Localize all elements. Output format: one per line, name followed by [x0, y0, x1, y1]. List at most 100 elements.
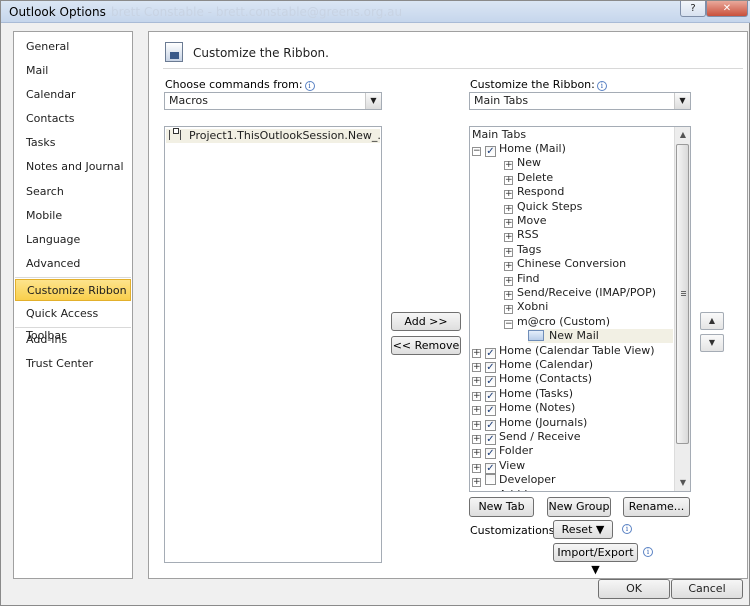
tree-item[interactable]: + Move [504, 214, 547, 228]
nav-item-mobile[interactable]: Mobile [15, 205, 131, 227]
expand-icon[interactable]: + [504, 161, 513, 171]
collapse-icon[interactable]: − [504, 319, 513, 329]
help-button[interactable]: ? [680, 1, 706, 17]
tree-item[interactable]: + Chinese Conversion [504, 257, 626, 272]
tree-item[interactable]: + ✓ Home (Calendar) [472, 358, 593, 373]
reset-button[interactable]: Reset ▼ [553, 520, 613, 539]
tree-item[interactable]: + New [504, 156, 541, 171]
cancel-button[interactable]: Cancel [671, 579, 743, 599]
collapse-icon[interactable]: − [472, 147, 481, 156]
ok-button[interactable]: OK [598, 579, 670, 599]
title-bar[interactable]: Outlook Options brett Constable - brett.… [1, 1, 750, 23]
expand-icon[interactable]: + [472, 463, 481, 473]
expand-icon[interactable]: + [472, 435, 481, 444]
commands-list[interactable]: Project1.ThisOutlookSession.New_... [164, 126, 382, 563]
scroll-thumb[interactable] [676, 144, 689, 444]
ribbon-tree[interactable]: Main Tabs − ✓ Home (Mail) + New + Delete + Respo… [469, 126, 691, 492]
vertical-scrollbar[interactable]: ▲ ▼ [674, 127, 690, 491]
expand-icon[interactable]: + [504, 175, 513, 185]
expand-icon[interactable]: + [472, 348, 481, 358]
nav-item-trust-center[interactable]: Trust Center [15, 353, 131, 375]
tree-item[interactable]: + ✓ View [472, 459, 525, 474]
tree-item[interactable]: +✓Add-Ins [472, 488, 540, 491]
close-button[interactable]: ✕ [706, 1, 748, 17]
tab-checkbox[interactable]: ✓ [485, 405, 496, 417]
tab-checkbox[interactable]: ✓ [485, 462, 496, 474]
tree-item[interactable]: + ✓ Home (Journals) [472, 416, 587, 431]
expand-icon[interactable]: + [504, 276, 513, 286]
tree-item[interactable]: + ✓ Home (Notes) [472, 401, 575, 417]
tree-item[interactable]: + Delete [504, 171, 553, 185]
add-button[interactable]: Add >> [391, 312, 461, 331]
nav-item-advanced[interactable]: Advanced [15, 253, 131, 275]
tree-item[interactable]: − m@cro (Custom) [504, 315, 610, 329]
tree-item[interactable]: + Send/Receive (IMAP/POP) [504, 286, 656, 300]
tree-item[interactable]: New Mail [528, 329, 673, 344]
tree-item[interactable]: − ✓ Home (Mail) [472, 142, 566, 157]
dropdown-arrow-icon[interactable]: ▼ [365, 93, 381, 109]
nav-item-quick-access-toolbar[interactable]: Quick Access Toolbar [15, 303, 131, 342]
expand-icon[interactable]: + [504, 291, 513, 300]
tab-checkbox[interactable]: ✓ [485, 376, 496, 388]
choose-commands-combo[interactable]: Macros ▼ [164, 92, 382, 110]
customize-ribbon-combo[interactable]: Main Tabs ▼ [469, 92, 691, 110]
nav-item-customize-ribbon[interactable]: Customize Ribbon [15, 279, 131, 301]
expand-icon[interactable]: + [504, 204, 513, 214]
expand-icon[interactable]: + [504, 190, 513, 200]
move-down-button[interactable]: ▼ [700, 334, 724, 352]
expand-icon[interactable]: + [504, 233, 513, 243]
tree-item[interactable]: + ✓ Send / Receive [472, 430, 580, 445]
tree-item[interactable]: + ✓ Home (Calendar Table View) [472, 344, 655, 359]
list-item[interactable]: Project1.ThisOutlookSession.New_... [166, 128, 382, 143]
tab-checkbox[interactable]: ✓ [485, 347, 496, 359]
nav-item-language[interactable]: Language [15, 229, 131, 251]
expand-icon[interactable]: + [472, 406, 481, 416]
expand-icon[interactable]: + [504, 219, 513, 228]
tree-item[interactable]: + ✓ Folder [472, 444, 533, 460]
tree-item[interactable]: + Developer [472, 473, 556, 488]
nav-item-tasks[interactable]: Tasks [15, 132, 131, 154]
expand-icon[interactable]: + [472, 420, 481, 430]
nav-item-add-ins[interactable]: Add-Ins [15, 329, 131, 351]
rename-button[interactable]: Rename... [623, 497, 690, 517]
tree-item[interactable]: + ✓ Home (Contacts) [472, 372, 592, 388]
expand-icon[interactable]: + [472, 391, 481, 401]
tree-item[interactable]: + ✓ Home (Tasks) [472, 387, 573, 402]
tab-checkbox[interactable]: ✓ [485, 448, 496, 460]
move-up-button[interactable]: ▲ [700, 312, 724, 330]
scroll-up-icon[interactable]: ▲ [675, 127, 690, 143]
nav-item-search[interactable]: Search [15, 181, 131, 203]
tree-item[interactable]: + Tags [504, 243, 541, 257]
tree-item[interactable]: + RSS [504, 228, 539, 243]
tab-checkbox[interactable]: ✓ [485, 362, 496, 373]
import-export-button[interactable]: Import/Export ▼ [553, 543, 638, 576]
expand-icon[interactable]: + [472, 478, 481, 488]
nav-item-notes-and-journal[interactable]: Notes and Journal [15, 156, 131, 178]
nav-item-general[interactable]: General [15, 36, 131, 58]
tree-item-label: Quick Steps [517, 199, 583, 213]
tree-item[interactable]: + Find [504, 272, 540, 286]
tab-checkbox[interactable]: ✓ [485, 434, 496, 445]
new-group-button[interactable]: New Group [547, 497, 611, 517]
expand-icon[interactable]: + [472, 363, 481, 372]
nav-item-contacts[interactable]: Contacts [15, 108, 131, 130]
expand-icon[interactable]: + [504, 305, 513, 315]
nav-item-mail[interactable]: Mail [15, 60, 131, 82]
nav-item-calendar[interactable]: Calendar [15, 84, 131, 106]
new-tab-button[interactable]: New Tab [469, 497, 534, 517]
expand-icon[interactable]: + [472, 449, 481, 459]
tab-checkbox[interactable]: ✓ [485, 419, 496, 431]
expand-icon[interactable]: + [504, 247, 513, 257]
expand-icon[interactable]: + [504, 262, 513, 272]
tree-item[interactable]: + Respond [504, 185, 564, 200]
tab-checkbox[interactable]: ✓ [485, 390, 496, 402]
tree-item[interactable]: + Xobni [504, 300, 548, 315]
list-item-label: Project1.ThisOutlookSession.New_... [189, 129, 382, 142]
scroll-down-icon[interactable]: ▼ [675, 475, 690, 491]
tab-checkbox[interactable]: ✓ [485, 146, 496, 157]
remove-button[interactable]: << Remove [391, 336, 461, 355]
tab-checkbox[interactable] [485, 474, 496, 486]
dropdown-arrow-icon[interactable]: ▼ [674, 93, 690, 109]
expand-icon[interactable]: + [472, 377, 481, 387]
tree-item[interactable]: + Quick Steps [504, 200, 582, 214]
